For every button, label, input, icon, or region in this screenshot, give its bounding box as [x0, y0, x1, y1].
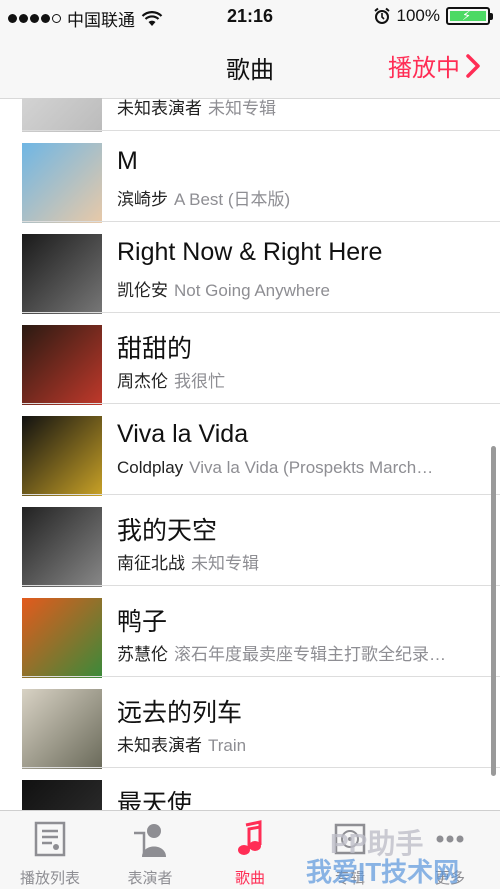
- song-album: Not Going Anywhere: [174, 281, 330, 300]
- artist-icon: [134, 824, 166, 857]
- song-subtitle: Coldplay Viva la Vida (Prospekts March…: [117, 458, 487, 478]
- song-artist: Coldplay: [117, 458, 184, 477]
- song-title: M: [117, 147, 138, 175]
- song-row[interactable]: Right Now & Right Here 凯伦安 Not Going Anywh…: [0, 222, 500, 314]
- watermark: PP助手 我爱IT技术网: [270, 812, 500, 888]
- song-subtitle: 周杰伦 我很忙: [117, 367, 487, 392]
- song-title: 鸭子: [117, 608, 168, 636]
- song-artist: 苏慧伦: [117, 645, 168, 664]
- battery-icon: ⚡: [446, 7, 493, 25]
- song-title: 我的天空: [117, 517, 218, 545]
- album-art: [22, 325, 102, 405]
- now-playing-button[interactable]: 播放中: [388, 48, 482, 83]
- album-art: [22, 234, 102, 314]
- tab-label: 播放列表: [19, 870, 80, 887]
- song-artist: 滨崎步: [117, 190, 168, 209]
- playlist-icon: [34, 821, 66, 857]
- song-subtitle: 凯伦安 Not Going Anywhere: [117, 276, 487, 301]
- song-album: 我很忙: [174, 372, 225, 391]
- song-subtitle: 未知表演者 Train: [117, 731, 487, 756]
- navigation-bar: 歌曲 播放中: [0, 34, 500, 99]
- song-subtitle: 南征北战 未知专辑: [117, 549, 487, 574]
- album-art: [22, 780, 102, 810]
- album-art: [22, 507, 102, 587]
- album-art: [22, 598, 102, 678]
- song-title: 甜甜的: [117, 335, 193, 363]
- song-row[interactable]: 未知表演者 未知专辑: [0, 98, 500, 132]
- song-title: Viva la Vida: [117, 420, 249, 448]
- song-artist: 南征北战: [117, 554, 185, 573]
- song-row[interactable]: 远去的列车未知表演者 Train: [0, 677, 500, 769]
- song-row[interactable]: 最天使: [0, 768, 500, 810]
- status-bar: 中国联通 21:16 100% ⚡: [0, 0, 500, 34]
- song-album: Train: [208, 736, 247, 755]
- tab-artist[interactable]: 表演者: [100, 811, 200, 889]
- song-title: 远去的列车: [117, 699, 243, 727]
- song-artist: 未知表演者: [117, 99, 202, 118]
- song-row[interactable]: Viva la Vida Coldplay Viva la Vida (Prospe…: [0, 404, 500, 496]
- song-row[interactable]: 我的天空南征北战 未知专辑: [0, 495, 500, 587]
- song-artist: 周杰伦: [117, 372, 168, 391]
- charging-icon: ⚡: [462, 8, 472, 23]
- alarm-icon: [373, 7, 390, 24]
- now-playing-label: 播放中: [388, 55, 460, 82]
- tab-playlist[interactable]: 播放列表: [0, 811, 100, 889]
- status-right: 100% ⚡: [373, 6, 493, 26]
- scroll-indicator[interactable]: [491, 446, 496, 776]
- battery-percent: 100%: [396, 6, 440, 25]
- album-art: [22, 98, 102, 132]
- song-subtitle: 未知表演者 未知专辑: [117, 98, 487, 119]
- song-row[interactable]: M 滨崎步 A Best (日本版): [0, 131, 500, 223]
- album-art: [22, 143, 102, 223]
- song-album: 未知专辑: [191, 554, 259, 573]
- song-album: Viva la Vida (Prospekts March…: [189, 458, 434, 477]
- song-list[interactable]: 未知表演者 未知专辑 M 滨崎步 A Best (日本版) Right Now & Rig…: [0, 98, 500, 810]
- album-art: [22, 416, 102, 496]
- chevron-right-icon: [466, 53, 480, 78]
- song-artist: 凯伦安: [117, 281, 168, 300]
- tab-label: 表演者: [127, 870, 173, 887]
- song-subtitle: 滨崎步 A Best (日本版): [117, 185, 487, 210]
- album-art: [22, 689, 102, 769]
- song-subtitle: 苏慧伦 滚石年度最卖座专辑主打歌全纪录…: [117, 640, 487, 665]
- song-album: 未知专辑: [208, 99, 276, 118]
- song-album: A Best (日本版): [174, 190, 291, 209]
- song-row[interactable]: 鸭子苏慧伦 滚石年度最卖座专辑主打歌全纪录…: [0, 586, 500, 678]
- song-row[interactable]: 甜甜的周杰伦 我很忙: [0, 313, 500, 405]
- song-title: 最天使: [117, 790, 193, 810]
- music-note-icon: [238, 820, 262, 855]
- song-title: Right Now & Right Here: [117, 238, 383, 266]
- song-album: 滚石年度最卖座专辑主打歌全纪录…: [174, 645, 446, 664]
- song-artist: 未知表演者: [117, 736, 202, 755]
- watermark-site: 我爱IT技术网: [306, 857, 460, 887]
